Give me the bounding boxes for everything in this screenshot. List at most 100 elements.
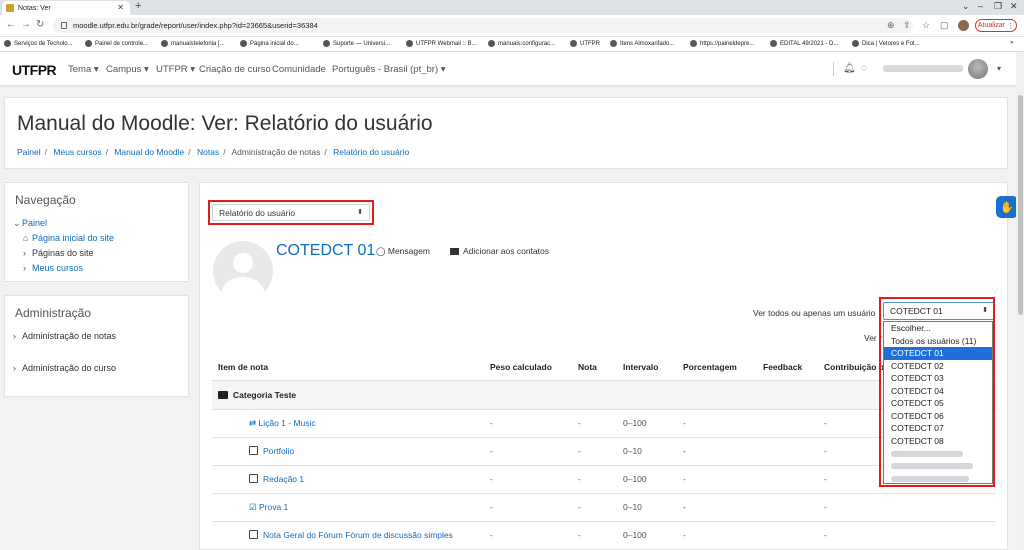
site-logo[interactable]: UTFPR (12, 62, 57, 78)
browser-tab[interactable]: Notas: Ver ✕ (2, 1, 130, 15)
forum-icon (249, 530, 258, 539)
message-link[interactable]: ◯ Mensagem (376, 246, 430, 257)
tree-item-home[interactable]: ⌂ Página inicial do site (23, 233, 114, 243)
close-window-icon[interactable]: ✕ (1010, 1, 1018, 12)
tree-label: Meus cursos (32, 263, 84, 273)
cell-nota: - (572, 465, 617, 494)
item-name-link[interactable]: Portfolio (212, 437, 484, 466)
bookmark-item[interactable]: EDITAL 49/2021 - D... (770, 40, 838, 47)
cell-nota: - (572, 493, 617, 522)
accessibility-icon[interactable]: ✋ (996, 196, 1018, 218)
favicon-icon (6, 4, 14, 12)
breadcrumb: Painel / Meus cursos / Manual do Moodle / N… (17, 147, 410, 157)
tree-label: Páginas do site (32, 248, 94, 258)
breadcrumb-notas[interactable]: Notas (197, 147, 219, 157)
bookmark-item[interactable]: UTFPR Webmail :: B... (406, 40, 477, 47)
url-input[interactable]: moodle.utfpr.edu.br/grade/report/user/in… (53, 18, 913, 33)
cell-feedback (757, 409, 818, 438)
forward-icon[interactable]: → (21, 19, 31, 30)
breadcrumb-meus-cursos[interactable]: Meus cursos (53, 147, 101, 157)
bookmark-item[interactable]: Dica | Vetores e Fot... (852, 40, 920, 47)
chevron-down-icon[interactable]: ▾ (997, 64, 1001, 73)
add-contact-link[interactable]: Adicionar aos contatos (450, 246, 549, 256)
minimize-icon[interactable]: – (978, 1, 983, 11)
zoom-icon[interactable]: ⊕ (887, 20, 895, 31)
nav-utfpr[interactable]: UTFPR ▾ (156, 64, 195, 75)
nav-comunidade[interactable]: Comunidade (272, 64, 326, 75)
cell-peso: - (484, 521, 572, 549)
tree-label: Administração do curso (22, 363, 117, 373)
breadcrumb-relatorio[interactable]: Relatório do usuário (333, 147, 409, 157)
bookmark-icon (161, 40, 168, 47)
bookmark-item[interactable]: Serviços de Tecnolo... (4, 40, 73, 47)
bell-icon[interactable]: 🔔︎ (843, 63, 856, 74)
nav-criacao-curso[interactable]: Criação de curso (199, 64, 271, 75)
close-tab-icon[interactable]: ✕ (117, 3, 124, 12)
contact-card-icon (450, 248, 459, 255)
tree-item-painel[interactable]: ⌄Painel (13, 218, 47, 229)
bookmark-label: manuaistelefonia [... (171, 40, 225, 47)
tree-item-admin-curso[interactable]: › Administração do curso (13, 363, 116, 373)
item-name-link[interactable]: ☑ Prova 1 (212, 493, 484, 522)
col-header: Porcentagem (677, 354, 757, 381)
back-icon[interactable]: ← (6, 19, 16, 30)
bookmark-item[interactable]: https://paineldepre... (690, 40, 754, 47)
side-panel-icon[interactable]: ▢ (940, 20, 949, 31)
user-avatar[interactable] (968, 59, 988, 79)
share-icon[interactable]: ⇪ (903, 20, 911, 31)
bookmark-icon (240, 40, 247, 47)
message-icon: ◯ (376, 246, 388, 256)
tree-item-site-pages[interactable]: › Páginas do site (23, 248, 94, 258)
nav-tema[interactable]: Tema ▾ (68, 64, 99, 75)
bookmark-item[interactable]: manuaistelefonia [... (161, 40, 225, 47)
update-button[interactable]: Atualizar ⋮ (975, 19, 1017, 32)
cell-peso: - (484, 465, 572, 494)
bookmark-label: Página inicial do... (250, 40, 299, 47)
reload-icon[interactable]: ↻ (36, 19, 44, 30)
profile-avatar[interactable] (958, 20, 969, 31)
item-name-link[interactable]: ⇄ Lição 1 - Music (212, 409, 484, 438)
bookmark-item[interactable]: Painel de controle... (85, 40, 148, 47)
maximize-icon[interactable]: ❐ (994, 1, 1002, 12)
scrollbar-thumb[interactable] (1018, 95, 1023, 315)
block-title: Navegação (15, 193, 76, 207)
quiz-icon: ☑ (249, 501, 259, 512)
table-row: ☑ Prova 1 - - 0–10 - - (212, 493, 996, 522)
cell-intervalo: 0–10 (617, 437, 677, 466)
item-name: Nota Geral do Fórum Fórum de discussão s… (263, 530, 453, 540)
bookmark-item[interactable]: Suporte — Universi... (323, 40, 390, 47)
tree-label: Painel (22, 218, 48, 228)
bookmarks-bar: Serviços de Tecnolo... Painel de control… (0, 37, 1024, 52)
tree-item-my-courses[interactable]: › Meus cursos (23, 263, 83, 273)
user-name-link[interactable]: COTEDCT 01 (276, 242, 375, 260)
bookmark-item[interactable]: UTFPR (570, 40, 600, 47)
cell-porcentagem: - (677, 409, 757, 438)
cell-porcentagem: - (677, 437, 757, 466)
chat-icon[interactable]: ◌ (861, 63, 867, 74)
highlight-box (879, 297, 995, 487)
bookmark-item[interactable]: Itens Almoxarifado... (610, 40, 674, 47)
breadcrumb-painel[interactable]: Painel (17, 147, 41, 157)
tree-item-admin-notas[interactable]: › Administração de notas (13, 331, 116, 341)
bookmark-item[interactable]: manuais:configurac... (488, 40, 555, 47)
bookmark-item[interactable]: Página inicial do... (240, 40, 299, 47)
breadcrumb-manual[interactable]: Manual do Moodle (114, 147, 184, 157)
item-name-link[interactable]: Nota Geral do Fórum Fórum de discussão s… (212, 521, 484, 549)
bookmark-star-icon[interactable]: ☆ (922, 20, 930, 31)
nav-language[interactable]: Português - Brasil (pt_br) ▾ (332, 64, 446, 75)
bookmark-label: manuais:configurac... (498, 40, 556, 47)
administration-block: Administração › Administração de notas › A… (4, 295, 189, 397)
more-bookmarks-icon[interactable]: » (1010, 40, 1013, 46)
cell-porcentagem: - (677, 521, 757, 549)
bookmark-icon (4, 40, 11, 47)
new-tab-icon[interactable]: + (135, 0, 141, 12)
chevron-down-icon[interactable]: ⌄ (962, 1, 970, 12)
nav-campus[interactable]: Campus ▾ (106, 64, 149, 75)
col-header: Feedback (757, 354, 818, 381)
address-bar-row: ← → ↻ moodle.utfpr.edu.br/grade/report/u… (0, 15, 1024, 37)
url-text: moodle.utfpr.edu.br/grade/report/user/in… (73, 21, 318, 30)
user-name-blurred[interactable] (883, 65, 963, 72)
user-picture[interactable] (213, 241, 273, 301)
item-name-link[interactable]: Redação 1 (212, 465, 484, 494)
bookmark-label: EDITAL 49/2021 - D... (780, 40, 839, 47)
